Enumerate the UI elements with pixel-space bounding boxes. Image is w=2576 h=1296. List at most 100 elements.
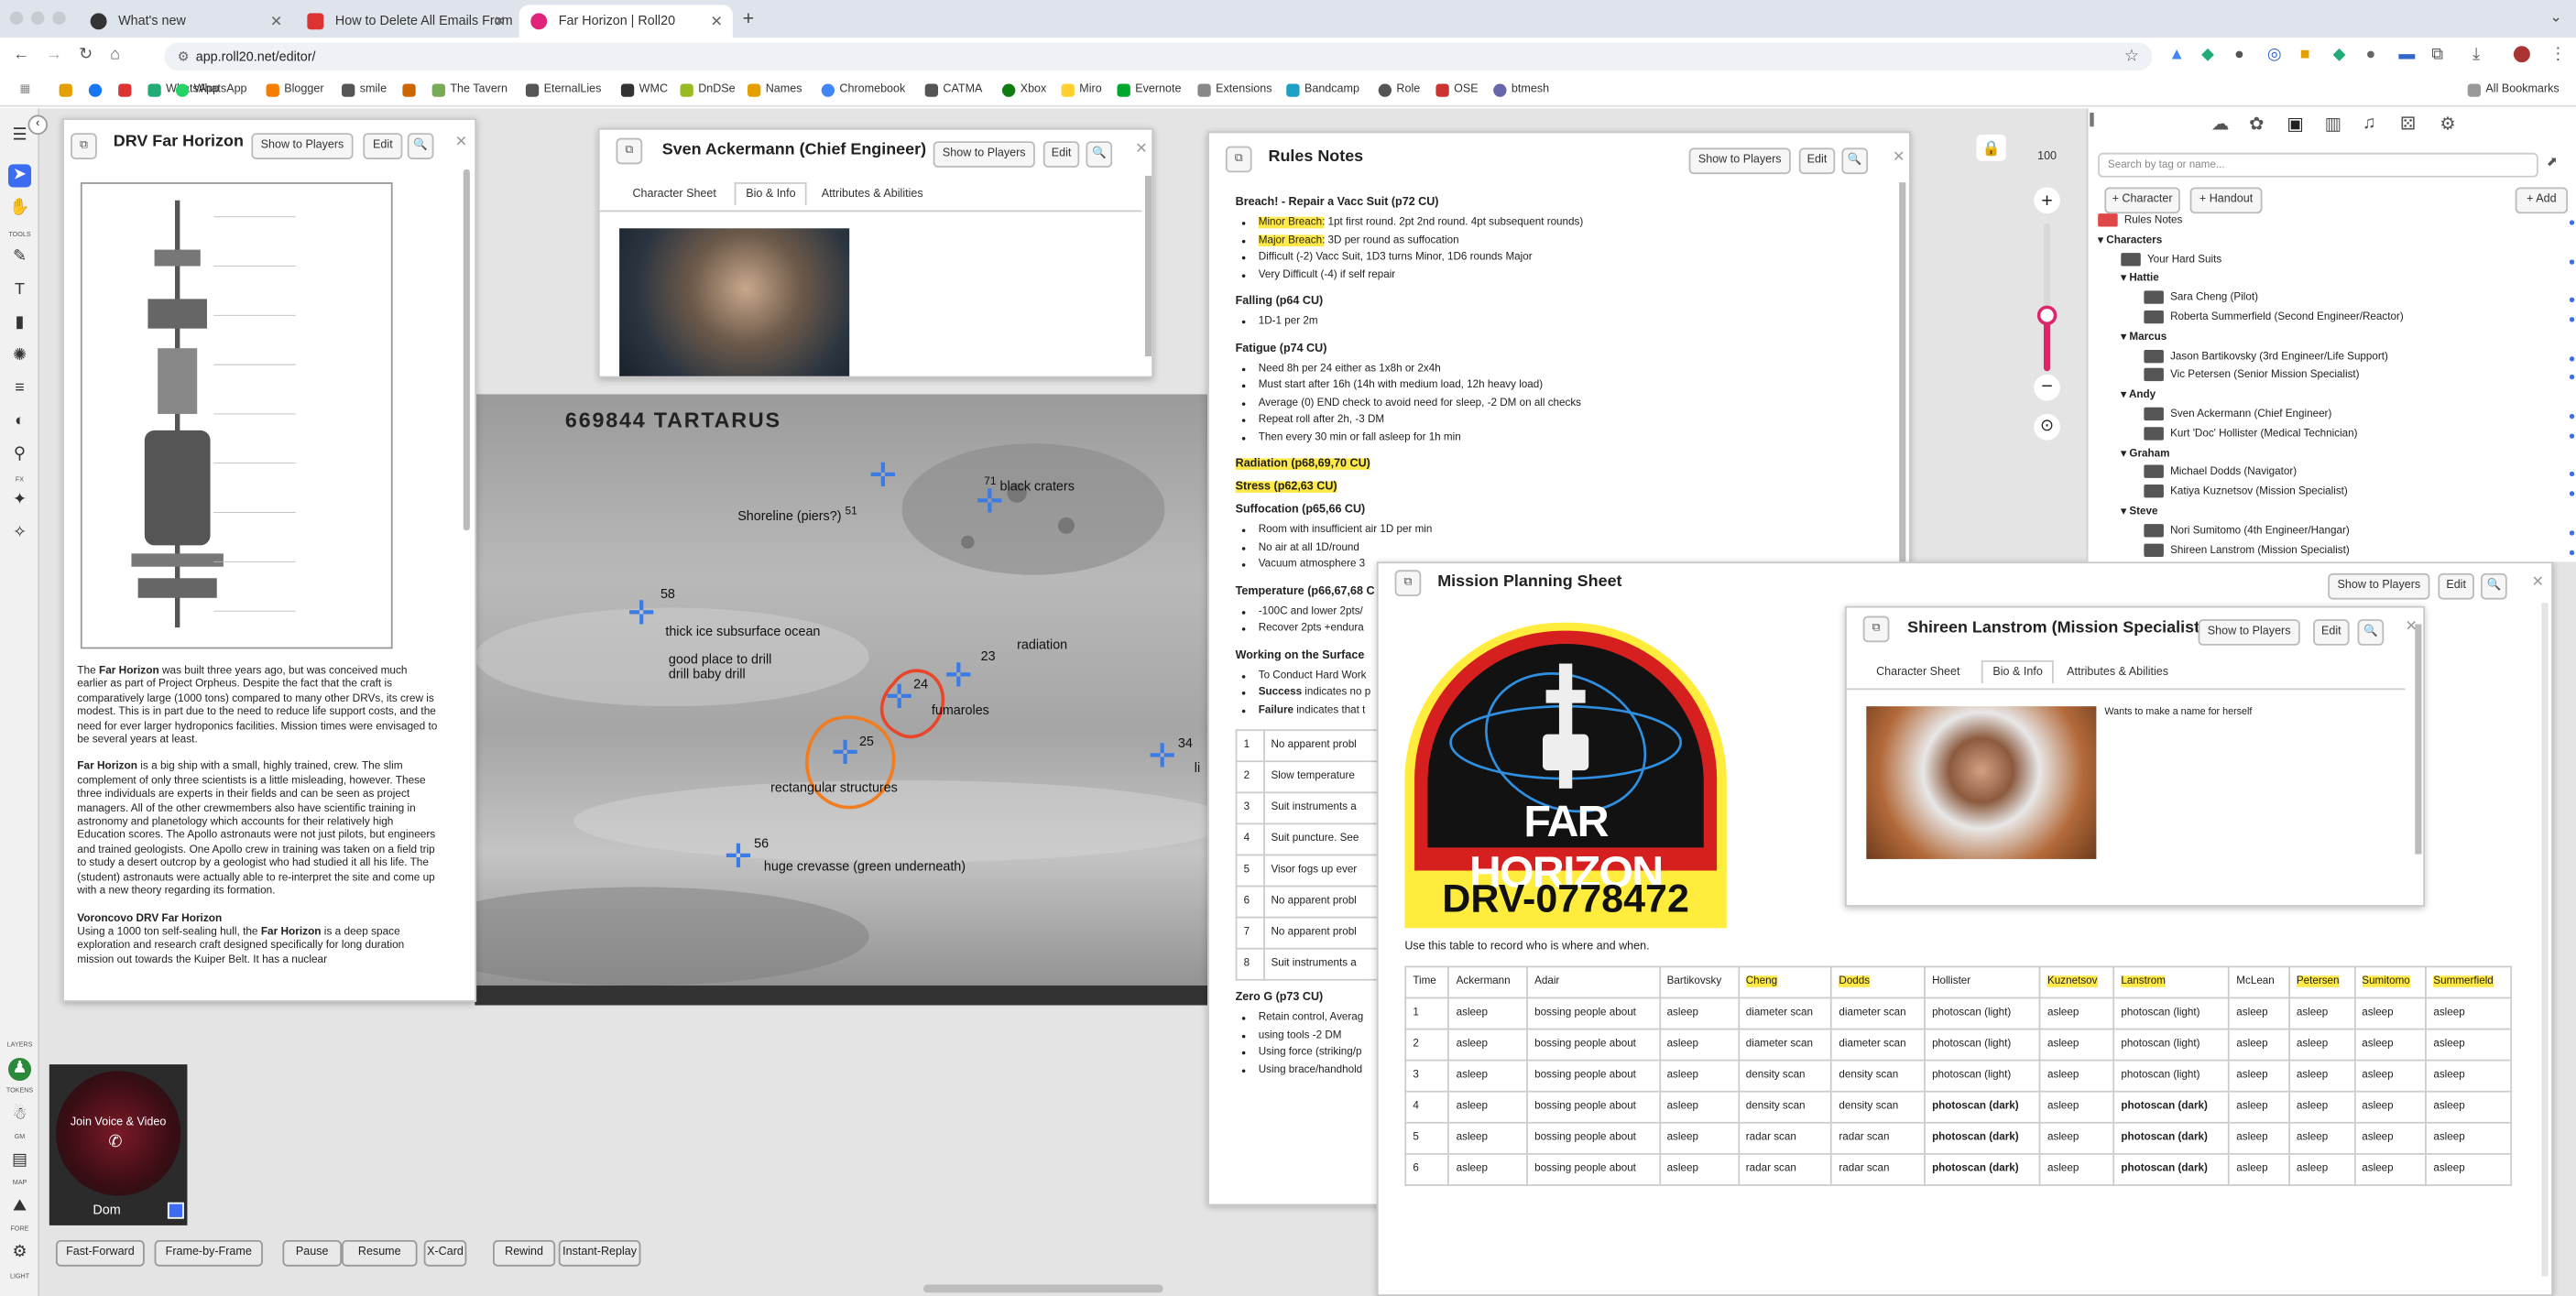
minimize-window-dot[interactable] [31,11,45,25]
maximize-window-dot[interactable] [52,11,66,25]
browser-tab-active[interactable]: Far Horizon | Roll20 ✕ [518,5,733,38]
table-cell[interactable]: diameter scan [1830,997,1926,1030]
tab-bio-info[interactable]: Bio & Info [734,182,808,206]
tab-character-sheet[interactable]: Character Sheet [632,189,715,201]
close-tab-icon[interactable]: ✕ [270,5,283,38]
table-cell[interactable]: asleep [2425,1121,2513,1155]
fog-tool-icon[interactable]: ◐ [8,410,31,433]
folder-toggle-icon[interactable]: ▾ [2121,389,2129,401]
table-cell[interactable]: asleep [2228,1090,2290,1124]
zoom-in-icon[interactable]: + [2034,187,2060,214]
forward-icon[interactable]: → [46,46,62,66]
map-pin-icon[interactable]: ✛ [869,460,905,496]
reload-icon[interactable]: ↻ [79,46,93,66]
bookmark[interactable]: Miro [1061,81,1102,101]
journal-item[interactable]: Nori Sumitomo (4th Engineer/Hangar) [2144,523,2350,538]
table-cell[interactable]: radar scan [1737,1152,1833,1186]
close-icon[interactable]: ✕ [1893,147,1905,166]
close-tab-icon[interactable]: ✕ [494,5,507,38]
table-cell[interactable]: asleep [2228,1059,2290,1093]
table-cell[interactable]: asleep [2425,1090,2513,1124]
table-cell[interactable]: photoscan (light) [1924,1028,2041,1062]
table-cell[interactable]: density scan [1737,1090,1833,1124]
browser-tab[interactable]: How to Delete All Emails From ✕ [296,5,516,38]
table-cell[interactable]: photoscan (dark) [2112,1152,2231,1186]
tab-character-sheet[interactable]: Character Sheet [1876,667,1959,679]
table-cell[interactable]: 6 [1404,1152,1450,1186]
map-pin-icon[interactable]: ✛ [886,681,922,717]
bookmark[interactable]: btmesh [1493,81,1549,101]
bookmark[interactable]: Xbox [1001,81,1046,101]
table-cell[interactable]: asleep [2039,1152,2115,1186]
table-cell[interactable]: asleep [2353,1059,2428,1093]
dice-tool-icon[interactable]: ✺ [8,345,31,368]
table-cell[interactable]: photoscan (dark) [1924,1121,2041,1155]
macros-icon[interactable]: ⚄ [2400,114,2416,136]
extensions-puzzle-icon[interactable]: ⧉ [2431,46,2443,66]
table-cell[interactable]: asleep [1447,1059,1528,1093]
compendium-icon[interactable]: ▥ [2325,114,2342,136]
table-cell[interactable]: photoscan (light) [2112,1028,2231,1062]
table-cell[interactable]: asleep [1658,1028,1740,1062]
table-cell[interactable]: 2 [1404,1028,1450,1062]
bookmark[interactable]: Evernote [1117,81,1182,101]
journal-folder[interactable]: ▾ Characters [2098,233,2162,246]
popout-icon[interactable]: ⧉ [71,133,97,159]
control-button-instant-replay[interactable]: Instant-Replay [558,1240,641,1267]
journal-search-input[interactable]: Search by tag or name... [2098,152,2538,178]
table-cell[interactable]: asleep [2039,1059,2115,1093]
close-icon[interactable]: ✕ [2532,573,2545,592]
table-cell[interactable]: asleep [2228,1028,2290,1062]
show-to-players-button[interactable]: Show to Players [1688,147,1791,175]
bookmark[interactable]: Bandcamp [1286,81,1359,101]
control-button-pause[interactable]: Pause [282,1240,343,1267]
table-cell[interactable]: asleep [2287,997,2356,1030]
popout-icon[interactable]: ⧉ [1862,615,1890,643]
light-layer-icon[interactable]: ⚙ [8,1242,31,1265]
fx-tool-icon[interactable]: ✦ [8,489,31,512]
map-pin-icon[interactable]: ✛ [1149,741,1184,777]
popout-icon[interactable]: ⧉ [1394,570,1422,597]
browser-tab[interactable]: What's new ✕ [79,5,292,38]
phone-icon[interactable]: ✆ [108,1133,122,1151]
tab-bio-info[interactable]: Bio & Info [1981,659,2055,684]
journal-item[interactable]: Vic Petersen (Senior Mission Specialist) [2144,368,2360,382]
bookmark[interactable]: Chromebook [821,81,905,101]
search-icon[interactable]: 🔍 [2357,619,2385,646]
table-cell[interactable]: asleep [2287,1152,2356,1186]
table-cell[interactable]: asleep [2228,1121,2290,1155]
journal-item[interactable]: Sara Cheng (Pilot) [2144,290,2258,305]
bookmark[interactable]: WhatsApp [175,81,247,101]
bookmark[interactable]: smile [342,81,387,101]
scrollbar[interactable] [463,169,470,531]
scrollbar[interactable] [2415,624,2422,855]
journal-item[interactable]: Michael Dodds (Navigator) [2144,465,2297,479]
map-pin-icon[interactable]: ✛ [725,841,760,877]
star-icon[interactable]: ☆ [2124,43,2139,71]
draw-tool-icon[interactable]: ✎ [8,246,31,269]
table-cell[interactable]: asleep [2425,1152,2513,1186]
zoom-out-icon[interactable]: − [2034,374,2060,401]
edit-button[interactable]: Edit [363,133,403,159]
text-tool-icon[interactable]: T [8,279,31,302]
add-button[interactable]: + Add [2515,187,2569,214]
control-button-frame-by-frame[interactable]: Frame-by-Frame [154,1240,263,1267]
table-cell[interactable]: asleep [2039,997,2115,1030]
table-cell[interactable]: asleep [1447,1028,1528,1062]
journal-item[interactable]: Sven Ackermann (Chief Engineer) [2144,407,2331,421]
map-layer-icon[interactable]: ▤ [8,1149,31,1172]
browser-menu-icon[interactable]: ⋮ [2549,46,2566,66]
folder-toggle-icon[interactable]: ▾ [2121,506,2129,517]
gm-layer-icon[interactable]: ☃ [8,1104,31,1127]
show-to-players-button[interactable]: Show to Players [2198,619,2300,646]
table-cell[interactable]: asleep [2353,1121,2428,1155]
extension-icon[interactable]: ● [2365,46,2375,66]
table-cell[interactable]: asleep [1447,1090,1528,1124]
magic-wand-icon[interactable]: ✧ [8,522,31,545]
table-cell[interactable]: asleep [1447,1152,1528,1186]
table-cell[interactable]: asleep [2228,1152,2290,1186]
bookmark[interactable]: DnDSe [680,81,736,101]
bookmark[interactable]: Role [1378,81,1420,101]
apps-icon[interactable]: ▦ [20,81,31,101]
table-cell[interactable]: photoscan (light) [2112,1059,2231,1093]
